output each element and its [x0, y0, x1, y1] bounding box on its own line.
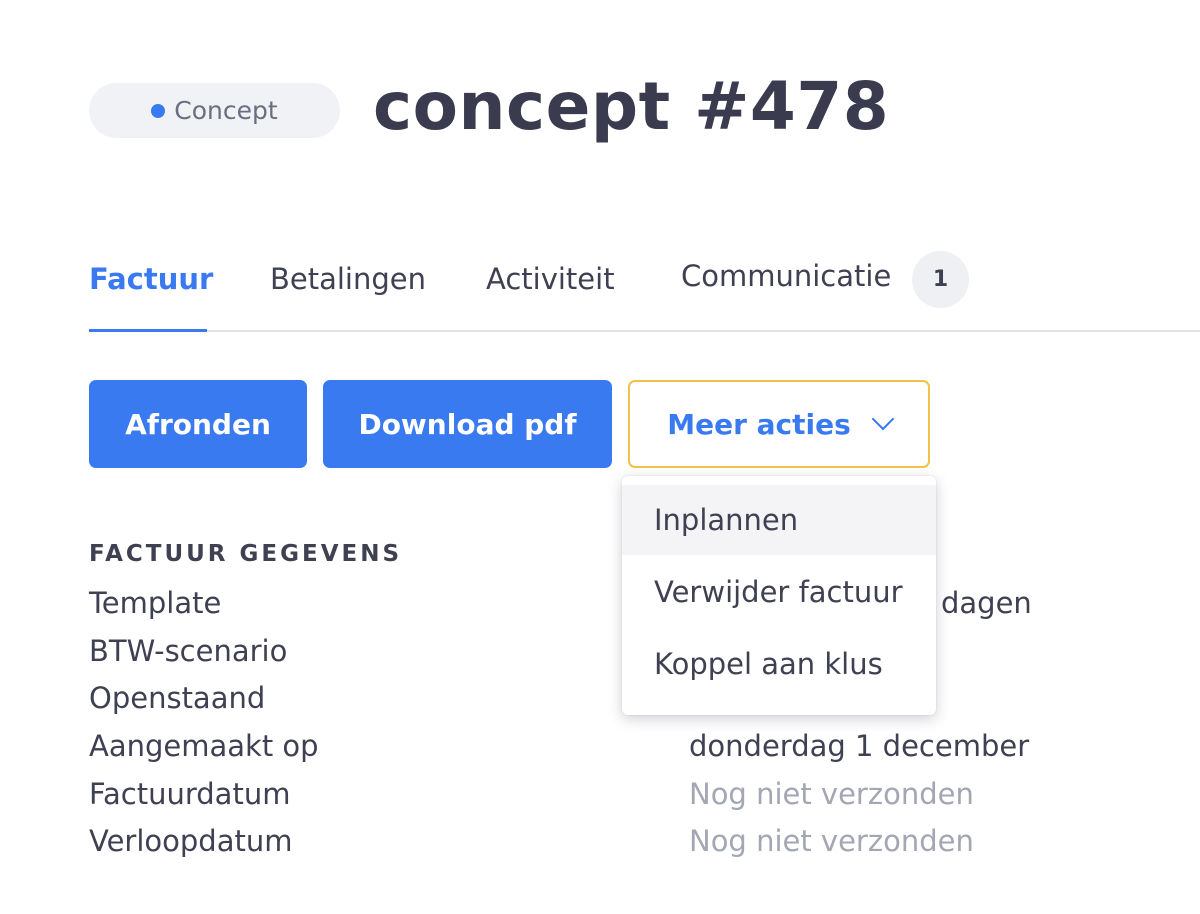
- download-pdf-button[interactable]: Download pdf: [323, 380, 612, 468]
- finish-button[interactable]: Afronden: [89, 380, 307, 468]
- menu-item-koppel-aan-klus[interactable]: Koppel aan klus: [622, 629, 936, 699]
- active-tab-indicator: [89, 329, 207, 332]
- detail-value-template: dagen: [941, 586, 1032, 620]
- more-actions-menu: Inplannen Verwijder factuur Koppel aan k…: [622, 476, 936, 715]
- page-title: concept #478: [373, 68, 890, 145]
- detail-value-aangemaakt: donderdag 1 december: [689, 729, 1030, 763]
- menu-item-inplannen[interactable]: Inplannen: [622, 485, 936, 555]
- status-label: Concept: [174, 96, 278, 125]
- detail-value-verloopdatum: Nog niet verzonden: [689, 824, 974, 858]
- status-dot-icon: [151, 103, 166, 118]
- detail-label-openstaand: Openstaand: [89, 681, 266, 715]
- tab-activiteit[interactable]: Activiteit: [486, 262, 615, 296]
- detail-label-aangemaakt: Aangemaakt op: [89, 729, 319, 763]
- more-actions-button[interactable]: Meer acties: [628, 380, 930, 468]
- communicatie-count-badge: 1: [912, 251, 969, 308]
- detail-label-verloopdatum: Verloopdatum: [89, 824, 293, 858]
- detail-value-factuurdatum: Nog niet verzonden: [689, 777, 974, 811]
- detail-label-template: Template: [89, 586, 222, 620]
- chevron-down-icon: [871, 407, 895, 431]
- tab-factuur[interactable]: Factuur: [89, 262, 213, 296]
- status-badge: Concept: [89, 83, 340, 138]
- detail-label-factuurdatum: Factuurdatum: [89, 777, 291, 811]
- tab-communicatie[interactable]: Communicatie: [681, 259, 891, 293]
- more-actions-label: Meer acties: [667, 407, 851, 441]
- tabs-divider: [89, 330, 1200, 332]
- section-title: FACTUUR GEGEVENS: [89, 541, 403, 567]
- detail-label-btw-scenario: BTW-scenario: [89, 634, 288, 668]
- menu-item-verwijder-factuur[interactable]: Verwijder factuur: [622, 557, 936, 627]
- invoice-page: Concept concept #478 Factuur Betalingen …: [0, 0, 1200, 914]
- tab-betalingen[interactable]: Betalingen: [270, 262, 426, 296]
